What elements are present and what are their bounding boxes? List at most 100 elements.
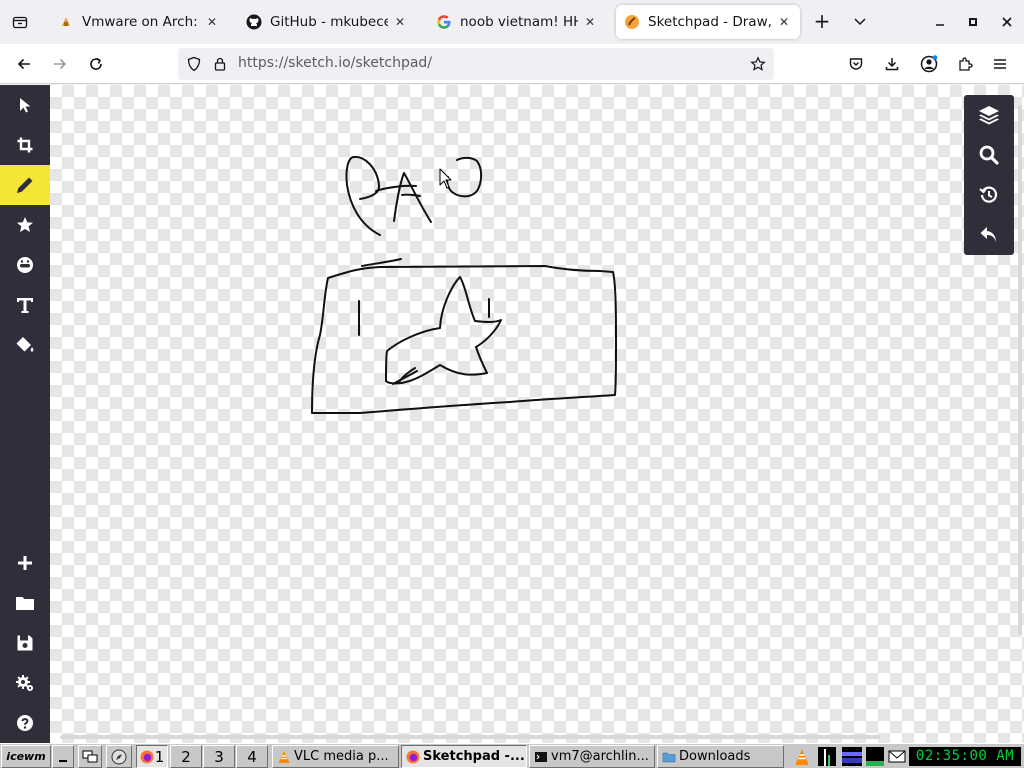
plus-icon	[18, 556, 32, 570]
sketchpad-page	[0, 85, 1024, 743]
taskbar-window-terminal[interactable]: vm7@archlin...	[529, 745, 655, 768]
lock-icon[interactable]	[212, 56, 228, 72]
vlc-tray-icon[interactable]	[793, 747, 811, 766]
tool-text[interactable]	[0, 285, 50, 325]
tool-crop[interactable]	[0, 125, 50, 165]
workspace-4-button[interactable]: 4	[236, 745, 268, 768]
taskbar-window-downloads[interactable]: Downloads	[657, 745, 784, 768]
pocket-button[interactable]	[844, 52, 868, 76]
tab-close-icon[interactable]: ✕	[582, 15, 598, 29]
address-bar[interactable]: https://sketch.io/sketchpad/	[178, 48, 774, 80]
sketchpad-favicon-icon	[624, 14, 640, 30]
vertical-scrollbar[interactable]	[1018, 105, 1022, 635]
bookmark-star-icon[interactable]	[750, 56, 766, 72]
workspace-1-button[interactable]: 1	[136, 745, 168, 768]
help-icon	[17, 715, 33, 731]
browser-tab[interactable]: GitHub - mkubecek ✕	[238, 5, 416, 39]
minimize-button[interactable]	[930, 12, 950, 32]
tool-help[interactable]	[0, 703, 50, 743]
tool-stamp[interactable]	[0, 205, 50, 245]
workspace-label: 4	[247, 747, 257, 766]
show-desktop-button[interactable]	[52, 745, 74, 768]
reload-icon	[90, 57, 102, 70]
app-menu-button[interactable]	[988, 52, 1012, 76]
tracking-protection-shield-icon[interactable]	[186, 56, 202, 72]
layers-icon	[979, 106, 999, 125]
taskbar: icewm 1 2 3 4 VLC media p... Sketchpad -…	[0, 743, 1024, 768]
cpu-monitor-tray-icon	[818, 747, 836, 766]
minimize-icon	[936, 24, 944, 26]
list-all-tabs-button[interactable]	[6, 8, 34, 36]
firefox-icon	[406, 750, 420, 763]
tools-sidebar	[0, 85, 50, 743]
maximize-button[interactable]	[963, 12, 983, 32]
pencil-icon	[17, 177, 33, 193]
account-button[interactable]	[917, 52, 941, 76]
navigation-toolbar: https://sketch.io/sketchpad/	[0, 44, 1024, 84]
horizontal-scrollbar[interactable]	[60, 735, 880, 739]
rectangle-stroke	[311, 258, 617, 414]
tool-save[interactable]	[0, 623, 50, 663]
tab-overflow-button[interactable]	[852, 10, 872, 34]
workspace-label: 3	[214, 747, 224, 766]
taskbar-window-vlc[interactable]: VLC media p...	[272, 745, 399, 768]
canvas-strokes	[311, 155, 617, 414]
tool-open[interactable]	[0, 583, 50, 623]
tool-fill[interactable]	[0, 325, 50, 365]
tab-close-icon[interactable]: ✕	[392, 15, 408, 29]
tab-close-icon[interactable]: ✕	[204, 15, 220, 29]
firefox-icon	[140, 750, 154, 763]
star-icon	[17, 217, 33, 232]
tool-settings[interactable]	[0, 663, 50, 703]
text-icon	[17, 298, 33, 313]
new-tab-button[interactable]: +	[810, 10, 834, 34]
save-icon	[17, 635, 33, 651]
folder-icon	[662, 752, 676, 762]
close-icon	[1002, 17, 1012, 27]
taskbar-window-title: VLC media p...	[294, 749, 389, 764]
tool-select[interactable]	[0, 85, 50, 125]
arrow-left-icon	[17, 58, 30, 70]
close-window-button[interactable]	[997, 12, 1017, 32]
taskbar-clock[interactable]: 02:35:00 AM	[909, 747, 1021, 766]
browser-tab-strip: Vmware on Arch: C ✕ GitHub - mkubecek ✕ …	[0, 0, 1024, 44]
forward-button[interactable]	[48, 52, 72, 76]
zoom-button[interactable]	[964, 135, 1014, 175]
start-menu-button[interactable]: icewm	[1, 745, 51, 768]
tab-title: GitHub - mkubecek	[270, 14, 388, 30]
undo-button[interactable]	[964, 215, 1014, 255]
browser-tab-active[interactable]: Sketchpad - Draw, C ✕	[616, 5, 800, 39]
github-favicon-icon	[246, 14, 262, 30]
layers-button[interactable]	[964, 95, 1014, 135]
history-icon	[979, 186, 998, 203]
reload-button[interactable]	[84, 52, 108, 76]
screen: Vmware on Arch: C ✕ GitHub - mkubecek ✕ …	[0, 0, 1024, 768]
browser-tab[interactable]: noob vietnam! HHA ✕	[428, 5, 606, 39]
memory-monitor-tray-icon	[866, 747, 884, 766]
back-button[interactable]	[12, 52, 36, 76]
workspace-2-button[interactable]: 2	[170, 745, 202, 768]
puzzle-icon	[959, 57, 973, 71]
workspace-3-button[interactable]: 3	[203, 745, 235, 768]
mail-tray-icon[interactable]	[888, 747, 906, 766]
tool-new[interactable]	[0, 543, 50, 583]
folder-icon	[16, 597, 34, 610]
downloads-button[interactable]	[880, 52, 904, 76]
crop-icon	[17, 137, 33, 153]
tab-close-icon[interactable]: ✕	[776, 15, 792, 29]
tool-pencil[interactable]	[0, 165, 50, 205]
start-menu-label: icewm	[6, 750, 46, 763]
paint-bucket-icon	[16, 337, 34, 352]
history-button[interactable]	[964, 175, 1014, 215]
network-monitor-tray-icon	[842, 747, 862, 766]
url-text[interactable]: https://sketch.io/sketchpad/	[238, 55, 432, 71]
star-stroke	[385, 276, 502, 385]
taskbar-window-sketchpad[interactable]: Sketchpad -...	[401, 745, 527, 768]
browser-launcher-button[interactable]	[106, 745, 132, 768]
terminal-icon	[535, 751, 547, 762]
window-list-button[interactable]	[78, 745, 102, 768]
extensions-button[interactable]	[953, 52, 977, 76]
tool-emoji[interactable]	[0, 245, 50, 285]
browser-tab[interactable]: Vmware on Arch: C ✕	[50, 5, 228, 39]
windows-icon	[82, 750, 98, 762]
